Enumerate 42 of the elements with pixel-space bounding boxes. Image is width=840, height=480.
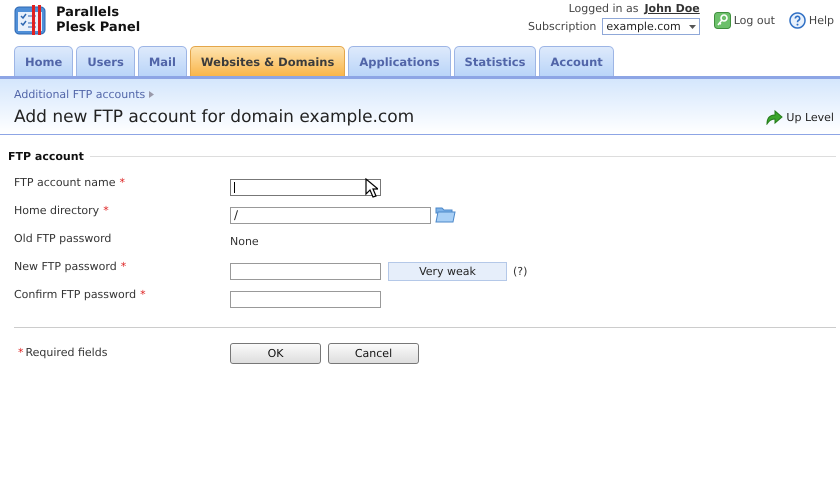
user-link[interactable]: John Doe [644, 2, 700, 15]
section-title: FTP account [8, 150, 84, 163]
input-field[interactable] [230, 263, 381, 280]
nav-tab[interactable]: Account [539, 46, 614, 76]
up-level-label[interactable]: Up Level [786, 110, 834, 124]
input-field[interactable] [230, 179, 381, 196]
nav-tab[interactable]: Websites & Domains [190, 46, 346, 76]
key-icon[interactable] [714, 12, 731, 28]
caret-icon [688, 24, 696, 28]
page-title: Add new FTP account for domain example.com [14, 107, 414, 127]
input-field[interactable] [230, 291, 381, 308]
cancel-button[interactable]: Cancel [328, 343, 419, 364]
field-label: FTP account name * [14, 175, 126, 189]
subscription-label: Subscription [528, 20, 596, 33]
required-note: * Required fields [18, 345, 108, 361]
field-label: Home directory * [14, 203, 110, 217]
help-icon[interactable] [788, 12, 806, 28]
login-label: Logged in as [568, 2, 638, 15]
input-field[interactable]: / [230, 207, 431, 224]
ok-button[interactable]: OK [230, 343, 321, 364]
help-link[interactable]: (?) [513, 265, 528, 278]
breadcrumb-link[interactable]: Additional FTP accounts [14, 88, 146, 101]
field-label: Old FTP password [14, 231, 112, 245]
field-value: None [230, 235, 259, 248]
field-label: Confirm FTP password * [14, 287, 147, 301]
subscription-select[interactable]: example.com [602, 18, 700, 35]
logo-icon [14, 4, 48, 36]
nav-tab[interactable]: Home [14, 46, 74, 76]
logout-link[interactable]: Log out [734, 14, 775, 26]
mouse-pointer-icon [365, 178, 378, 198]
up-level-link[interactable]: Up Level [765, 109, 834, 125]
up-arrow-icon [765, 109, 784, 125]
breadcrumb-arrow-icon [149, 91, 154, 98]
folder-icon[interactable] [435, 205, 456, 223]
nav-tab[interactable]: Users [76, 46, 135, 76]
password-strength-meter: Very weak [388, 262, 507, 281]
nav-tab[interactable]: Statistics [454, 46, 536, 76]
nav-tab[interactable]: Mail [138, 46, 187, 76]
field-label: New FTP password * [14, 259, 128, 273]
nav-tab[interactable]: Applications [348, 46, 451, 76]
product-name: Parallels Plesk Panel [56, 4, 140, 37]
help-link[interactable]: Help [808, 14, 834, 26]
